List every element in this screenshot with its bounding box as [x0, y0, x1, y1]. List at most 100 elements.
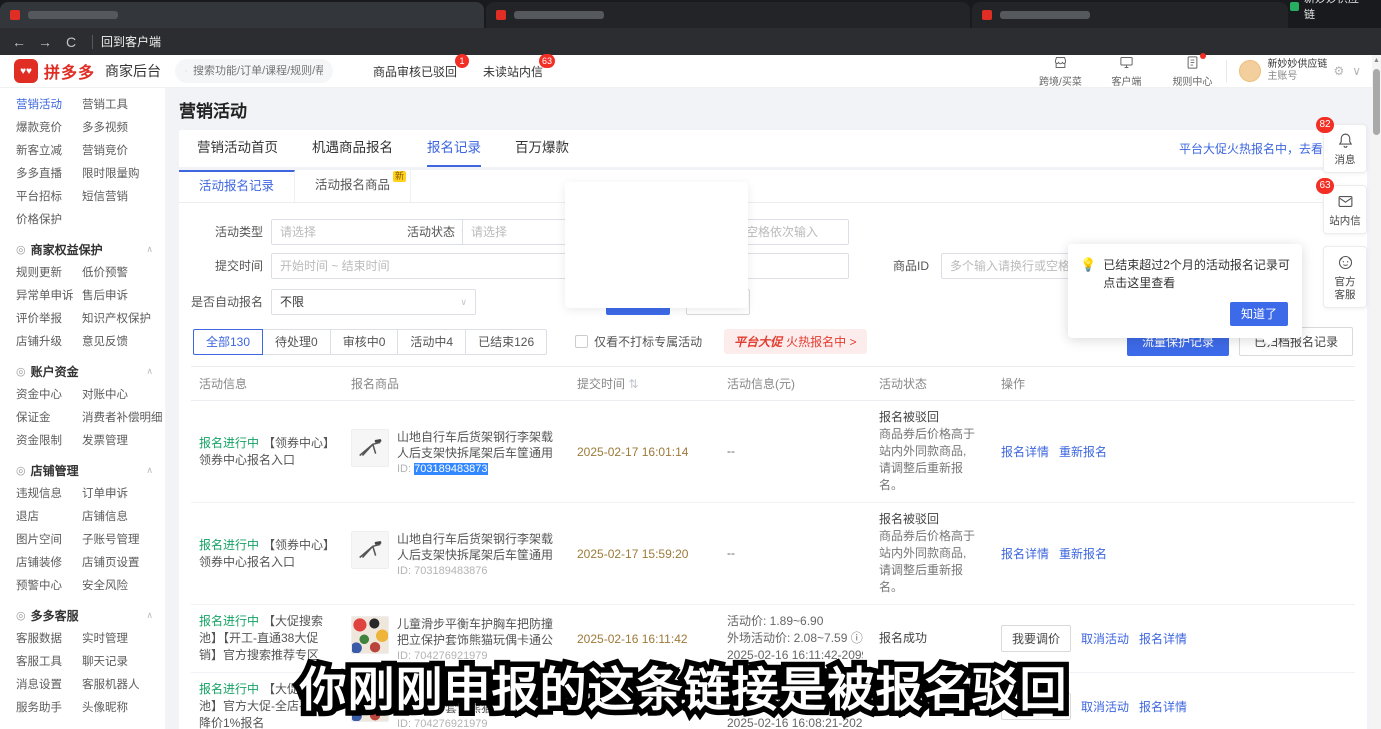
subtab[interactable]: 活动报名商品新	[295, 170, 411, 202]
back-icon[interactable]: ←	[6, 34, 32, 50]
sidebar-item[interactable]: 限时限量购	[82, 163, 165, 185]
sidebar-item[interactable]: 资金中心	[16, 384, 82, 406]
tab-营销活动首页[interactable]: 营销活动首页	[197, 130, 278, 167]
sidebar-item[interactable]: 平台招标	[16, 186, 82, 208]
operation-link[interactable]: 重新报名	[1059, 547, 1107, 561]
sidebar-item[interactable]: 多多直播	[16, 163, 82, 185]
sidebar-item[interactable]: 新客立减	[16, 140, 82, 162]
coin-icon: ◎	[16, 365, 26, 378]
sidebar-item[interactable]: 异常单申诉	[16, 285, 82, 307]
sidebar-group-title[interactable]: ◎多多客服∧	[16, 607, 165, 624]
sidebar-item[interactable]: 营销竞价	[82, 140, 165, 162]
filter-chip[interactable]: 审核中0	[331, 329, 399, 355]
sidebar-item[interactable]: 资金限制	[16, 430, 82, 452]
scroll-up-icon[interactable]: ▲	[1373, 57, 1380, 64]
sidebar-item[interactable]: 短信营销	[82, 186, 165, 208]
pinduoduo-logo-icon[interactable]: ♥♥	[14, 59, 38, 83]
account-avatar[interactable]	[1239, 60, 1261, 82]
chevron-down-icon[interactable]: ∨	[1352, 64, 1361, 78]
sidebar-item[interactable]: 实时管理	[82, 628, 165, 650]
operation-link[interactable]: 取消活动	[1081, 632, 1129, 646]
sidebar-item[interactable]: 客服数据	[16, 628, 82, 650]
chevron-up-icon: ∧	[146, 465, 153, 476]
sidebar-item[interactable]: 营销活动	[16, 94, 82, 116]
sidebar-group-title[interactable]: ◎店铺管理∧	[16, 462, 165, 479]
chevron-up-icon: ∧	[146, 610, 153, 621]
sidebar-item[interactable]: 店铺信息	[82, 506, 165, 528]
sidebar-item[interactable]: 售后申诉	[82, 285, 165, 307]
sidebar-item[interactable]: 图片空间	[16, 529, 82, 551]
platform-sale-chip[interactable]: 平台大促火热报名中 >	[724, 329, 866, 354]
sidebar-item[interactable]: 规则更新	[16, 262, 82, 284]
sidebar-item[interactable]: 意见反馈	[82, 331, 165, 353]
sidebar-item[interactable]: 子账号管理	[82, 529, 165, 551]
product-title[interactable]: 山地自行车后货架钢行李架载人后支架快拆尾架后车筐通用骑行装备	[397, 531, 561, 563]
sidebar-item[interactable]: 保证金	[16, 407, 82, 429]
sidebar-item[interactable]: 安全风险	[82, 575, 165, 597]
sidebar-item[interactable]: 评价举报	[16, 308, 82, 330]
rail-bell-icon[interactable]: 消息82	[1323, 124, 1367, 173]
product-title[interactable]: 山地自行车后货架钢行李架载人后支架快拆尾架后车筐通用骑行装备	[397, 429, 561, 461]
audit-rejected-link[interactable]: 商品审核已驳回1	[373, 63, 457, 80]
rail-mail-icon[interactable]: 站内信63	[1323, 185, 1367, 234]
sort-icon[interactable]: ⇅	[625, 377, 638, 391]
operation-link[interactable]: 报名详情	[1001, 547, 1049, 561]
sidebar-item[interactable]: 发票管理	[82, 430, 165, 452]
account-info[interactable]: 新妙妙供应链 主账号	[1267, 59, 1327, 83]
filter-chip[interactable]: 活动中4	[398, 329, 466, 355]
sidebar-item[interactable]: 价格保护	[16, 209, 82, 231]
back-to-client-link[interactable]: 回到客户端	[101, 33, 161, 50]
tab-百万爆款[interactable]: 百万爆款	[515, 130, 569, 167]
sidebar-item[interactable]: 低价预警	[82, 262, 165, 284]
sidebar-item[interactable]: 违规信息	[16, 483, 82, 505]
open-dropdown-panel[interactable]	[565, 182, 748, 308]
filter-chip[interactable]: 全部130	[193, 329, 263, 355]
sidebar-group-title[interactable]: ◎商家权益保护∧	[16, 241, 165, 258]
reload-icon[interactable]: C	[58, 34, 84, 50]
rail-headset-icon[interactable]: 官方客服	[1323, 246, 1367, 308]
sidebar-item[interactable]: 店铺页设置	[82, 552, 165, 574]
page-scrollbar[interactable]: ▲	[1372, 55, 1381, 729]
sidebar-item[interactable]: 多多视频	[82, 117, 165, 139]
auto-signup-select[interactable]: 不限∨	[271, 289, 476, 315]
search-input[interactable]	[193, 65, 323, 77]
sidebar-item[interactable]: 订单申诉	[82, 483, 165, 505]
scrollbar-thumb[interactable]	[1373, 69, 1380, 135]
sidebar-item[interactable]: 消费者补偿明细	[82, 407, 165, 429]
subtab[interactable]: 活动报名记录	[179, 170, 295, 202]
browser-tab[interactable]	[972, 2, 1289, 28]
sidebar-item[interactable]: 爆款竞价	[16, 117, 82, 139]
filter-chip[interactable]: 待处理0	[263, 329, 331, 355]
header-quick-storefront-icon[interactable]: 跨境/买菜	[1038, 55, 1082, 88]
global-search[interactable]	[175, 59, 333, 83]
sidebar-item[interactable]: 营销工具	[82, 94, 165, 116]
header-quick-document-icon[interactable]: 规则中心	[1170, 55, 1214, 88]
tab-报名记录[interactable]: 报名记录	[427, 130, 481, 167]
adjust-price-button[interactable]: 我要调价	[1001, 625, 1071, 652]
sidebar-group-title[interactable]: ◎账户资金∧	[16, 363, 165, 380]
browser-profile[interactable]: 新妙妙供应链	[1290, 0, 1381, 22]
browser-tab[interactable]	[486, 2, 970, 28]
sidebar-item[interactable]: 店铺装修	[16, 552, 82, 574]
sidebar-item[interactable]: 知识产权保护	[82, 308, 165, 330]
gear-icon[interactable]: ⚙	[1333, 64, 1344, 78]
sidebar-item[interactable]: 对账中心	[82, 384, 165, 406]
product-title[interactable]: 儿童滑步平衡车护胸车把防撞把立保护套饰熊猫玩偶卡通公仔把手袋	[397, 616, 561, 648]
browser-tab[interactable]	[0, 2, 484, 28]
header-quick-monitor-icon[interactable]: 客户端	[1104, 55, 1148, 88]
operation-link[interactable]: 报名详情	[1139, 632, 1187, 646]
sidebar-item[interactable]: 退店	[16, 506, 82, 528]
product-thumbnail[interactable]	[351, 429, 389, 467]
tab-机遇商品报名[interactable]: 机遇商品报名	[312, 130, 393, 167]
operation-link[interactable]: 报名详情	[1001, 445, 1049, 459]
product-thumbnail[interactable]	[351, 616, 389, 654]
only-untagged-checkbox[interactable]	[575, 335, 588, 348]
got-it-button[interactable]: 知道了	[1230, 302, 1288, 326]
unread-mail-link[interactable]: 未读站内信63	[483, 63, 543, 80]
operation-link[interactable]: 重新报名	[1059, 445, 1107, 459]
product-thumbnail[interactable]	[351, 531, 389, 569]
filter-chip[interactable]: 已结束126	[466, 329, 547, 355]
sidebar-item[interactable]: 店铺升级	[16, 331, 82, 353]
sidebar-item[interactable]: 预警中心	[16, 575, 82, 597]
forward-icon[interactable]: →	[32, 34, 58, 50]
